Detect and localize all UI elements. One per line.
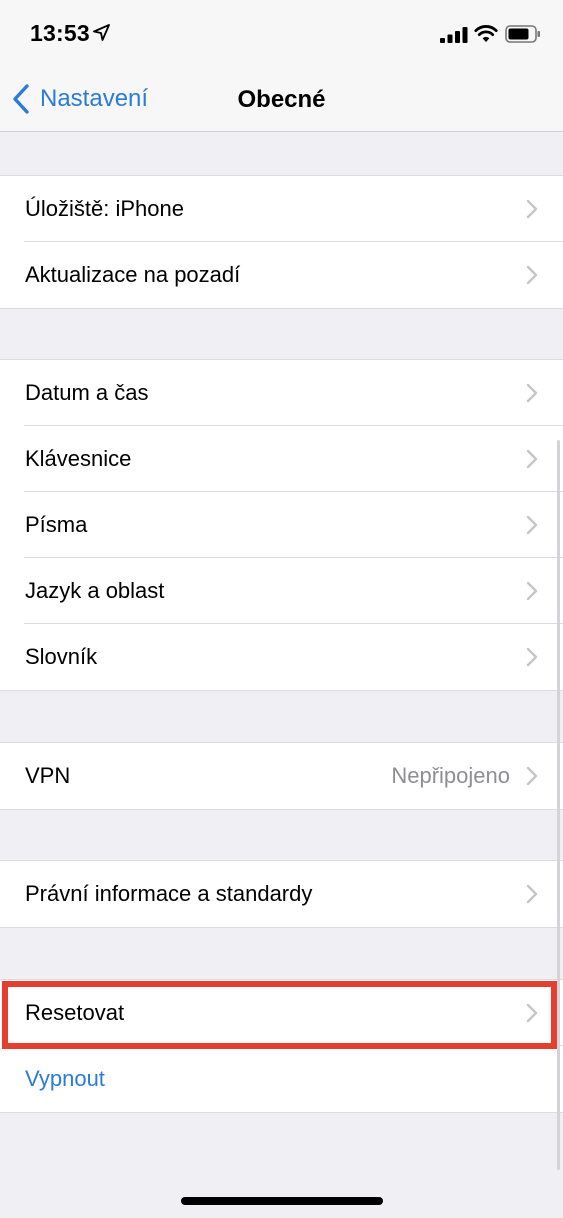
row-background-refresh-label: Aktualizace na pozadí [25, 262, 241, 287]
page-title: Obecné [237, 86, 326, 113]
chevron-right-icon [526, 766, 538, 786]
row-storage-label: Úložiště: iPhone [25, 196, 184, 221]
settings-group-reset: Resetovat Vypnout [0, 979, 563, 1113]
scroll-indicator [557, 440, 560, 1170]
settings-group-vpn: VPN Nepřipojeno [0, 742, 563, 810]
status-bar: 13:53 [0, 0, 563, 66]
row-language-region[interactable]: Jazyk a oblast [0, 558, 563, 624]
row-dictionary-label: Slovník [25, 644, 98, 669]
row-language-region-label: Jazyk a oblast [25, 578, 165, 603]
row-fonts[interactable]: Písma [0, 492, 563, 558]
row-reset[interactable]: Resetovat [0, 980, 563, 1046]
row-dictionary[interactable]: Slovník [0, 624, 563, 690]
row-reset-label: Resetovat [25, 1000, 125, 1025]
row-background-refresh[interactable]: Aktualizace na pozadí [0, 242, 563, 308]
settings-group-storage: Úložiště: iPhone Aktualizace na pozadí [0, 175, 563, 309]
vpn-status-value: Nepřipojeno [391, 763, 510, 788]
row-vpn-label: VPN [25, 763, 71, 788]
chevron-right-icon [526, 199, 538, 219]
chevron-right-icon [526, 449, 538, 469]
row-vpn[interactable]: VPN Nepřipojeno [0, 743, 563, 809]
chevron-right-icon [526, 1003, 538, 1023]
row-legal[interactable]: Právní informace a standardy [0, 861, 563, 927]
chevron-right-icon [526, 265, 538, 285]
chevron-right-icon [526, 581, 538, 601]
row-storage[interactable]: Úložiště: iPhone [0, 176, 563, 242]
location-arrow-icon [93, 24, 110, 41]
chevron-right-icon [526, 383, 538, 403]
settings-group-locale: Datum a čas Klávesnice Písma Jazyk a obl… [0, 359, 563, 691]
navigation-bar: Nastavení Obecné [0, 66, 563, 132]
row-legal-label: Právní informace a standardy [25, 881, 313, 906]
status-time: 13:53 [30, 20, 90, 46]
row-shutdown[interactable]: Vypnout [0, 1046, 563, 1112]
home-indicator[interactable] [181, 1197, 383, 1205]
chevron-right-icon [526, 647, 538, 667]
row-keyboard-label: Klávesnice [25, 446, 132, 471]
row-date-time[interactable]: Datum a čas [0, 360, 563, 426]
shutdown-button-label: Vypnout [25, 1066, 105, 1091]
row-fonts-label: Písma [25, 512, 88, 537]
battery-icon [505, 25, 540, 43]
settings-group-legal: Právní informace a standardy [0, 860, 563, 928]
wifi-icon [474, 25, 498, 42]
row-date-time-label: Datum a čas [25, 380, 149, 405]
cellular-signal-icon [440, 27, 468, 43]
chevron-right-icon [526, 884, 538, 904]
row-keyboard[interactable]: Klávesnice [0, 426, 563, 492]
chevron-right-icon [526, 515, 538, 535]
